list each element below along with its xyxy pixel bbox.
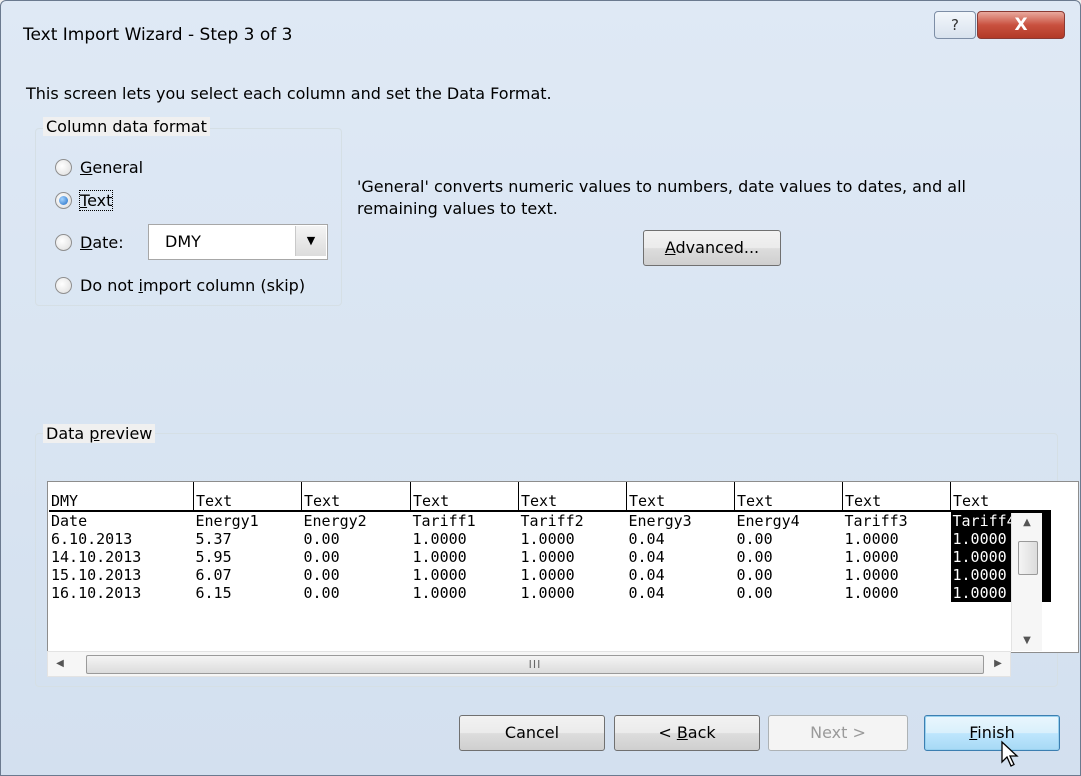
text-radio[interactable]	[55, 192, 72, 209]
advanced-label: Advanced...	[664, 238, 760, 257]
preview-cell[interactable]: 1.0000	[411, 548, 519, 566]
finish-button[interactable]: Finish	[924, 715, 1060, 751]
preview-cell[interactable]: Energy2	[302, 511, 411, 530]
preview-row: 15.10.2013 6.07 0.00 1.0000 1.0000 0.04 0.00 1.…	[49, 566, 1051, 584]
date-format-select[interactable]: DMY ▼	[148, 224, 328, 260]
preview-cell[interactable]: Date	[49, 511, 194, 530]
preview-cell[interactable]: Tariff2	[519, 511, 627, 530]
preview-cell[interactable]: 1.0000	[411, 566, 519, 584]
cancel-button[interactable]: Cancel	[459, 715, 605, 751]
preview-row: 14.10.2013 5.95 0.00 1.0000 1.0000 0.04 0.00 1.…	[49, 548, 1051, 566]
back-label: < Back	[658, 723, 716, 742]
date-radio[interactable]	[55, 234, 72, 251]
intro-text: This screen lets you select each column …	[26, 84, 552, 103]
preview-cell[interactable]: 1.0000	[843, 548, 951, 566]
preview-cell[interactable]: 0.00	[302, 548, 411, 566]
preview-header-row[interactable]: DMY Text Text Text Text Text Text Text Text	[49, 482, 1051, 512]
scroll-down-icon[interactable]: ▼	[1012, 631, 1042, 651]
preview-column-header[interactable]: Text	[193, 482, 302, 512]
preview-cell[interactable]: 5.37	[194, 530, 302, 548]
title-bar[interactable]: Text Import Wizard - Step 3 of 3 ? X	[1, 1, 1080, 59]
date-radio-option[interactable]: Date:	[55, 233, 124, 252]
preview-cell[interactable]: 1.0000	[843, 530, 951, 548]
preview-cell[interactable]: 0.00	[735, 548, 843, 566]
general-radio-option[interactable]: General	[55, 158, 143, 177]
vertical-scrollbar[interactable]: ▲ ▼	[1011, 513, 1042, 651]
preview-cell[interactable]: 1.0000	[519, 530, 627, 548]
preview-column-header[interactable]: Text	[301, 482, 411, 512]
column-data-format-legend: Column data format	[43, 117, 210, 136]
preview-row: Date Energy1 Energy2 Tariff1 Tariff2 Energy3 E…	[49, 511, 1051, 530]
preview-cell[interactable]: Energy3	[627, 511, 735, 530]
format-description: 'General' converts numeric values to num…	[357, 177, 966, 218]
preview-cell[interactable]: 0.00	[735, 530, 843, 548]
advanced-button[interactable]: Advanced...	[643, 230, 781, 266]
skip-label: Do not import column (skip)	[80, 276, 306, 295]
preview-column-header[interactable]: Text	[842, 482, 951, 512]
scroll-right-icon[interactable]: ▶	[986, 652, 1010, 676]
preview-cell[interactable]: 1.0000	[519, 584, 627, 602]
preview-cell[interactable]: 1.0000	[411, 530, 519, 548]
preview-cell[interactable]: Tariff1	[411, 511, 519, 530]
preview-cell[interactable]: 5.95	[194, 548, 302, 566]
preview-cell[interactable]: 1.0000	[843, 566, 951, 584]
preview-cell[interactable]: 0.00	[302, 530, 411, 548]
preview-row: 16.10.2013 6.15 0.00 1.0000 1.0000 0.04 0.00 1.…	[49, 584, 1051, 602]
preview-cell[interactable]: 1.0000	[519, 566, 627, 584]
preview-cell[interactable]: Energy4	[735, 511, 843, 530]
general-radio[interactable]	[55, 159, 72, 176]
next-button[interactable]: Next >	[768, 715, 908, 751]
preview-cell[interactable]: 6.10.2013	[49, 530, 194, 548]
preview-column-header[interactable]: Text	[734, 482, 843, 512]
date-label: Date:	[80, 233, 124, 252]
preview-column-header[interactable]: Text	[410, 482, 519, 512]
preview-cell[interactable]: 0.00	[735, 566, 843, 584]
skip-radio-option[interactable]: Do not import column (skip)	[55, 276, 305, 295]
preview-cell[interactable]: 1.0000	[843, 584, 951, 602]
preview-column-header[interactable]: Text	[950, 482, 1051, 512]
chevron-down-icon[interactable]: ▼	[295, 226, 326, 256]
back-button[interactable]: < Back	[614, 715, 760, 751]
preview-cell[interactable]: 1.0000	[519, 548, 627, 566]
preview-cell[interactable]: 0.00	[302, 566, 411, 584]
preview-cell[interactable]: 1.0000	[411, 584, 519, 602]
preview-cell[interactable]: 6.15	[194, 584, 302, 602]
preview-cell[interactable]: 0.00	[735, 584, 843, 602]
skip-radio[interactable]	[55, 277, 72, 294]
date-format-value: DMY	[165, 232, 201, 251]
text-radio-option[interactable]: Text	[55, 190, 114, 211]
preview-table: DMY Text Text Text Text Text Text Text Text Date E…	[49, 482, 1051, 602]
scroll-up-icon[interactable]: ▲	[1012, 513, 1042, 533]
preview-row: 6.10.2013 5.37 0.00 1.0000 1.0000 0.04 0.00 1.0…	[49, 530, 1051, 548]
preview-cell[interactable]: 16.10.2013	[49, 584, 194, 602]
preview-cell[interactable]: 0.00	[302, 584, 411, 602]
horizontal-scroll-thumb[interactable]: III	[86, 655, 984, 674]
window-title: Text Import Wizard - Step 3 of 3	[23, 25, 293, 45]
help-button[interactable]: ?	[934, 11, 976, 39]
general-label: General	[80, 158, 144, 177]
preview-column-header[interactable]: Text	[518, 482, 627, 512]
preview-cell[interactable]: 0.04	[627, 584, 735, 602]
preview-cell[interactable]: 0.04	[627, 548, 735, 566]
preview-cell[interactable]: 14.10.2013	[49, 548, 194, 566]
preview-column-header[interactable]: Text	[626, 482, 735, 512]
preview-cell[interactable]: 0.04	[627, 530, 735, 548]
data-preview-grid[interactable]: DMY Text Text Text Text Text Text Text Text Date E…	[47, 481, 1079, 653]
close-button[interactable]: X	[977, 11, 1065, 39]
scroll-left-icon[interactable]: ◀	[48, 652, 72, 676]
preview-column-header[interactable]: DMY	[49, 482, 194, 512]
preview-cell[interactable]: 6.07	[194, 566, 302, 584]
preview-cell[interactable]: Energy1	[194, 511, 302, 530]
preview-cell[interactable]: 15.10.2013	[49, 566, 194, 584]
data-preview-legend: Data preview	[43, 424, 156, 443]
vertical-scroll-thumb[interactable]	[1018, 541, 1038, 575]
preview-cell[interactable]: Tariff3	[843, 511, 951, 530]
text-label: Text	[78, 190, 114, 211]
horizontal-scrollbar[interactable]: ◀ III ▶	[47, 651, 1011, 677]
preview-cell[interactable]: 0.04	[627, 566, 735, 584]
